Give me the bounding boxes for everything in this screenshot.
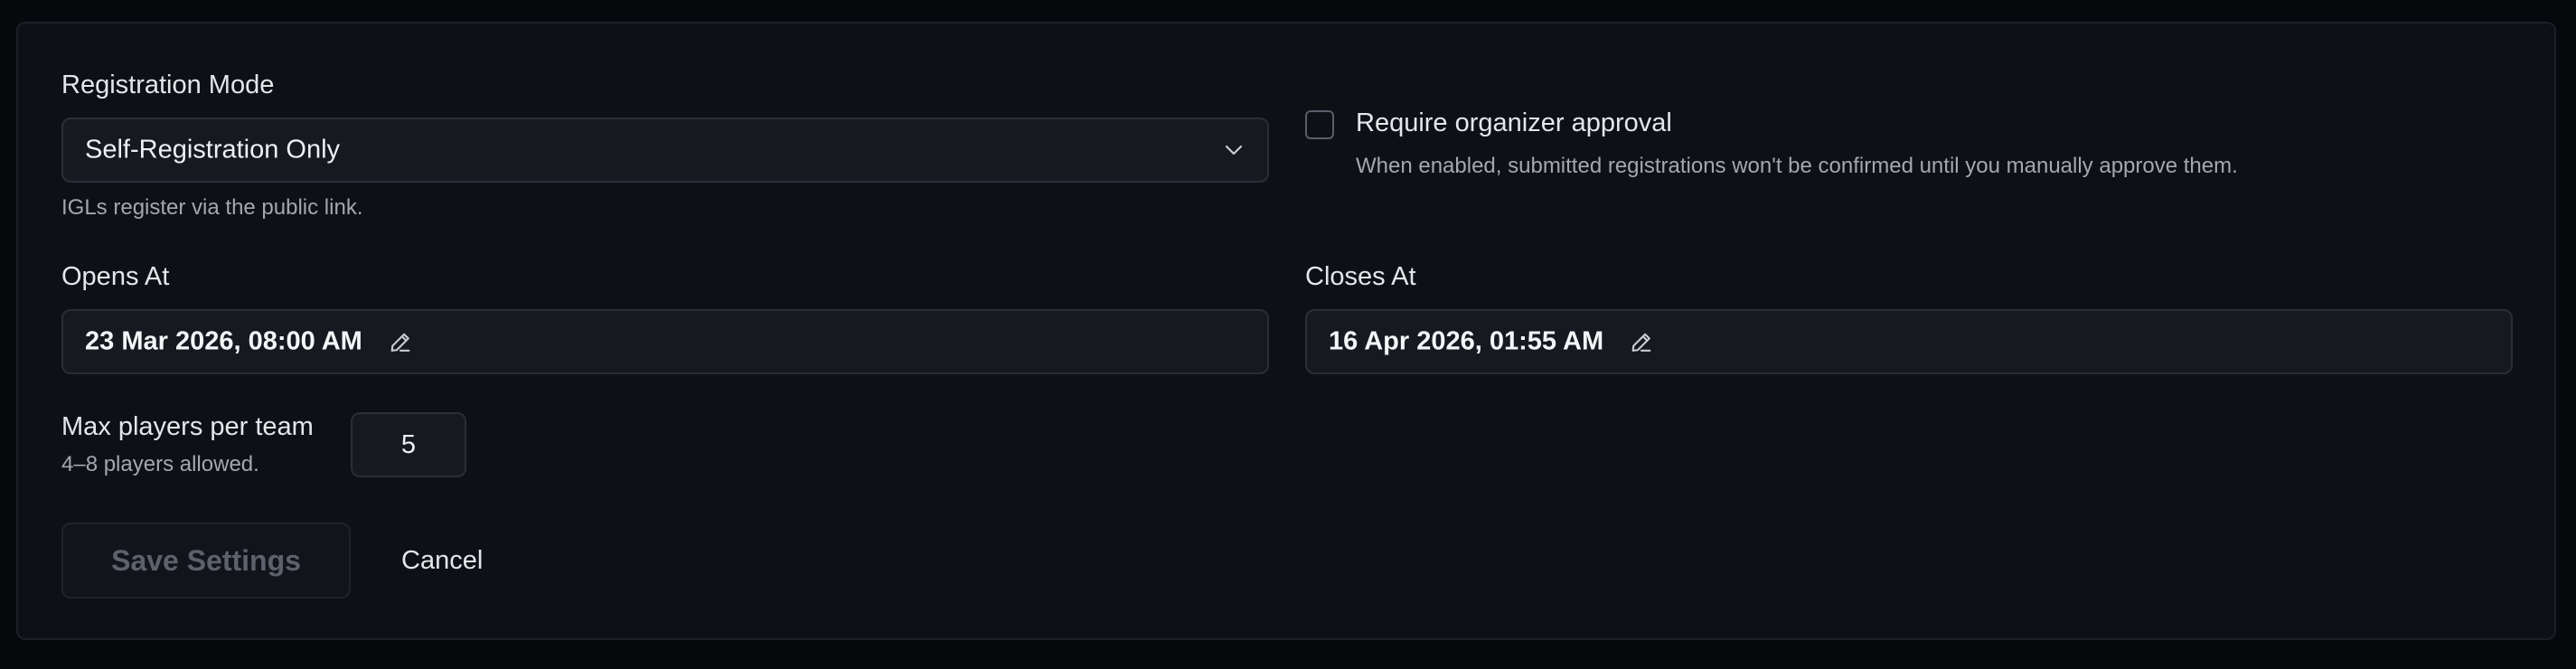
max-players-helper: 4–8 players allowed. — [61, 452, 259, 476]
pencil-icon[interactable] — [1629, 329, 1654, 354]
max-players-input[interactable]: 5 — [351, 412, 466, 477]
registration-mode-select[interactable]: Self-Registration Only — [61, 118, 1269, 183]
registration-mode-helper: IGLs register via the public link. — [61, 195, 363, 220]
registration-mode-value: Self-Registration Only — [85, 135, 341, 165]
cancel-button[interactable]: Cancel — [401, 546, 483, 576]
opens-at-label: Opens At — [61, 262, 170, 291]
max-players-value: 5 — [400, 429, 417, 459]
require-approval-description: When enabled, submitted registrations wo… — [1356, 154, 2238, 178]
require-approval-label[interactable]: Require organizer approval — [1356, 108, 1672, 138]
registration-settings-panel: Registration Mode Self-Registration Only… — [16, 22, 2556, 640]
pencil-icon[interactable] — [388, 329, 413, 354]
opens-at-field[interactable]: 23 Mar 2026, 08:00 AM — [61, 309, 1269, 374]
registration-mode-label: Registration Mode — [61, 71, 275, 99]
save-settings-button[interactable]: Save Settings — [61, 523, 351, 598]
closes-at-label: Closes At — [1305, 262, 1416, 291]
require-approval-checkbox[interactable] — [1305, 110, 1334, 139]
chevron-down-icon — [1224, 144, 1244, 156]
max-players-label: Max players per team — [61, 412, 314, 441]
closes-at-field[interactable]: 16 Apr 2026, 01:55 AM — [1305, 309, 2513, 374]
opens-at-value: 23 Mar 2026, 08:00 AM — [85, 326, 362, 356]
closes-at-value: 16 Apr 2026, 01:55 AM — [1329, 326, 1604, 356]
